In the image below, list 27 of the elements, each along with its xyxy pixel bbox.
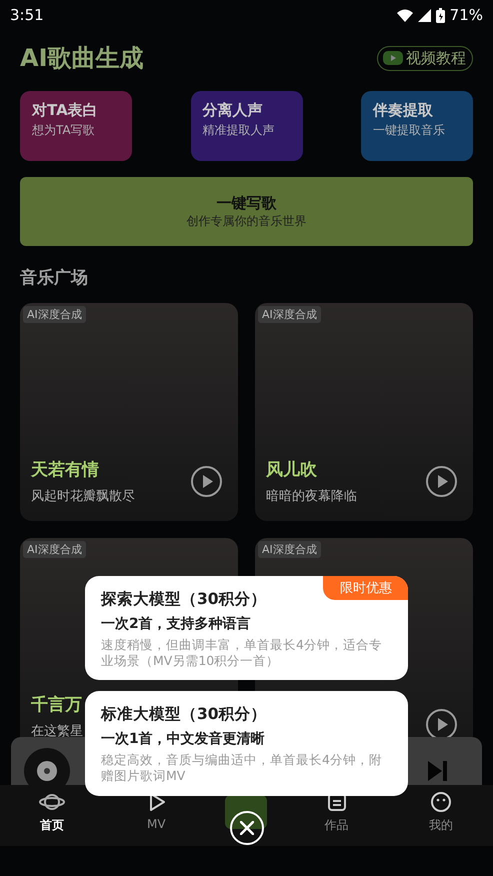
battery-level: 71% <box>450 6 483 24</box>
ai-badge: AI深度合成 <box>23 541 86 558</box>
song-subtitle: 在这繁星 <box>31 723 83 740</box>
ai-badge: AI深度合成 <box>258 541 321 558</box>
feature-subtitle: 精准提取人声 <box>202 122 276 139</box>
feature-title: 伴奏提取 <box>373 101 434 120</box>
promo-badge: 限时优惠 <box>323 576 408 600</box>
option-description: 稳定高效，音质与编曲适中，单首最长4分钟，附赠图片歌词MV <box>101 752 383 784</box>
option-description: 速度稍慢，但曲调丰富，单首最长4分钟，适合专业场景（MV另需10积分一首） <box>101 637 383 668</box>
ai-badge: AI深度合成 <box>258 306 321 323</box>
option-title: 标准大模型（30积分） <box>101 704 268 726</box>
feature-title: 分离人声 <box>202 101 264 120</box>
page-title: AI歌曲生成 <box>20 43 144 74</box>
option-feature: 一次1首，中文发音更清晰 <box>101 730 266 748</box>
song-title: 千言万 <box>31 694 83 716</box>
option-title: 探索大模型（30积分） <box>101 589 268 610</box>
song-title: 风儿吹 <box>266 459 318 481</box>
song-title: 天若有情 <box>31 459 100 481</box>
section-title: 音乐广场 <box>20 267 89 289</box>
song-subtitle: 暗暗的夜幕降临 <box>266 488 357 505</box>
feature-title: 对TA表白 <box>32 101 99 120</box>
feature-subtitle: 一键提取音乐 <box>373 122 446 139</box>
clock-time: 3:51 <box>10 6 44 24</box>
option-feature: 一次2首，支持多种语言 <box>101 615 252 633</box>
feature-subtitle: 想为TA写歌 <box>32 122 96 139</box>
song-subtitle: 风起时花瓣飘散尽 <box>31 488 135 505</box>
ai-badge: AI深度合成 <box>23 306 86 323</box>
